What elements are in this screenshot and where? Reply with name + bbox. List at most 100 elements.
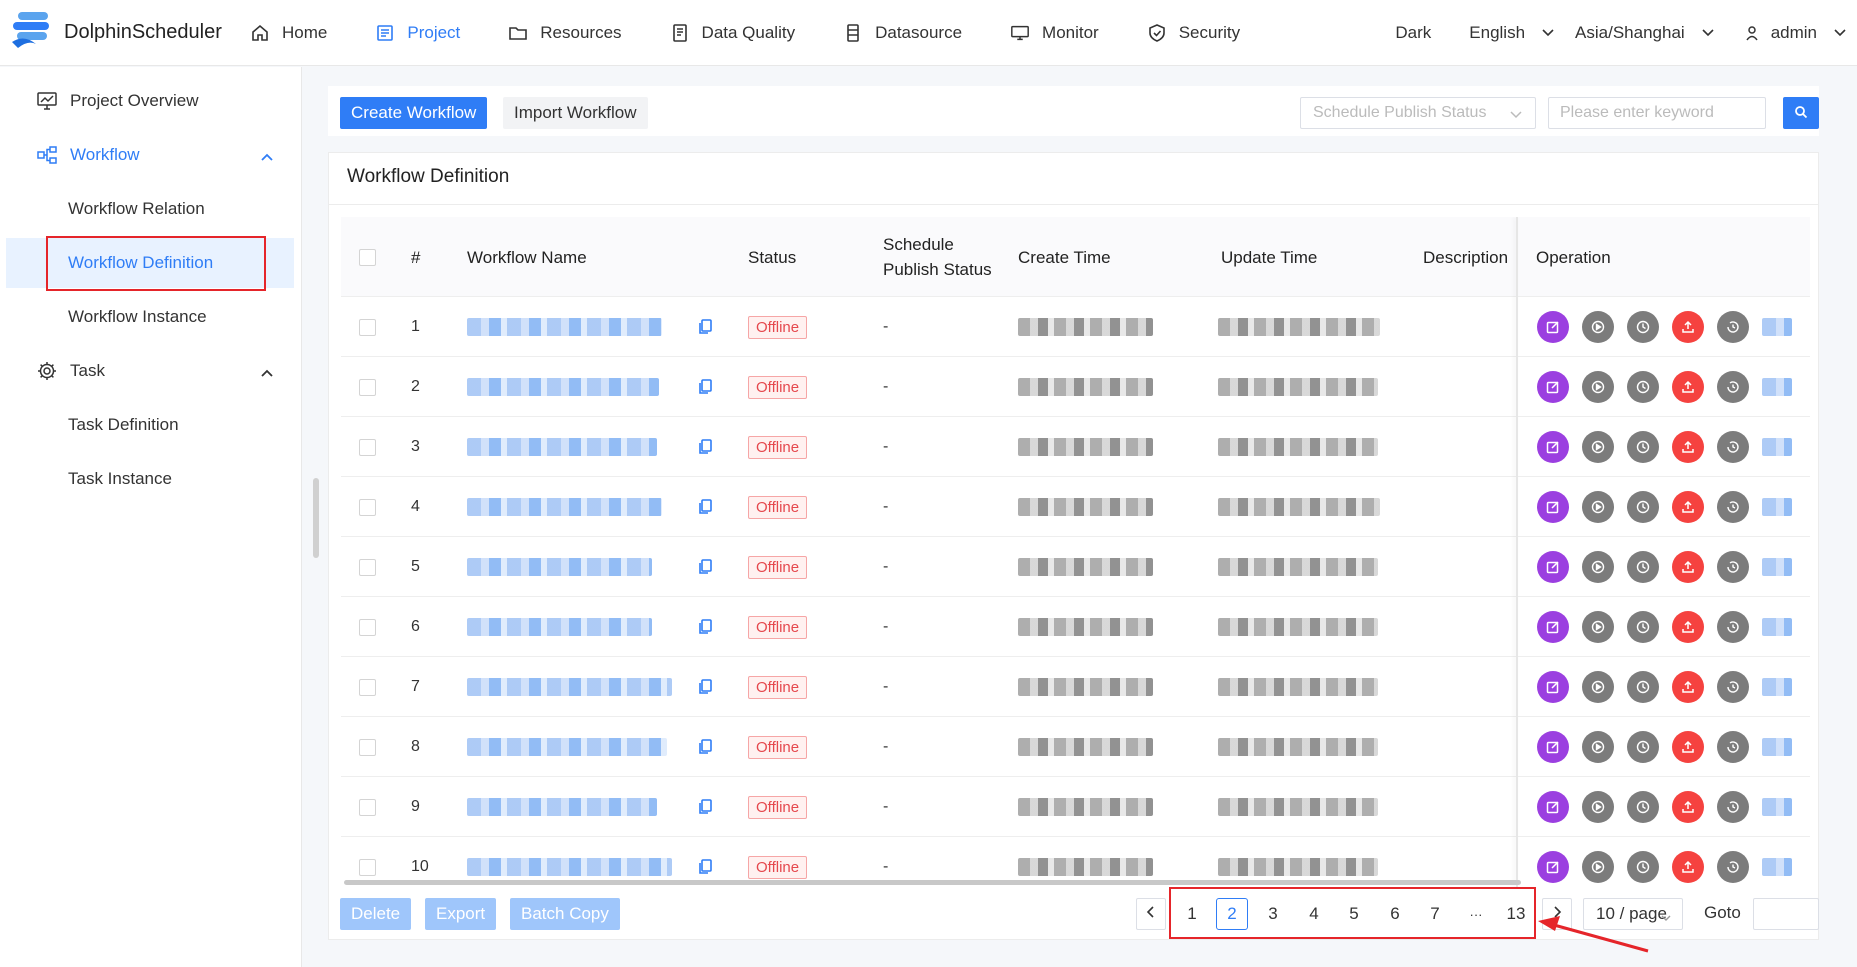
run-icon[interactable]: [1582, 851, 1614, 883]
timing-clock-icon[interactable]: [1627, 311, 1659, 343]
workflow-name-link[interactable]: [467, 798, 657, 816]
copy-icon[interactable]: [697, 717, 713, 777]
history-icon[interactable]: [1717, 551, 1749, 583]
row-checkbox[interactable]: [359, 678, 376, 696]
timing-clock-icon[interactable]: [1627, 431, 1659, 463]
workflow-name-link[interactable]: [467, 498, 662, 516]
copy-icon[interactable]: [697, 537, 713, 597]
history-icon[interactable]: [1717, 431, 1749, 463]
copy-icon[interactable]: [697, 597, 713, 657]
publish-upload-icon[interactable]: [1672, 611, 1704, 643]
table-horizontal-scrollbar[interactable]: [344, 880, 1521, 885]
more-actions-icon[interactable]: [1762, 678, 1792, 696]
workflow-name-link[interactable]: [467, 378, 659, 396]
publish-upload-icon[interactable]: [1672, 431, 1704, 463]
timing-clock-icon[interactable]: [1627, 491, 1659, 523]
more-actions-icon[interactable]: [1762, 618, 1792, 636]
row-checkbox[interactable]: [359, 858, 376, 876]
theme-toggle[interactable]: Dark: [1395, 23, 1431, 43]
sidebar-item-task[interactable]: Task: [0, 346, 294, 396]
language-select[interactable]: English: [1469, 23, 1555, 43]
copy-icon[interactable]: [697, 357, 713, 417]
sidebar-item-project-overview[interactable]: Project Overview: [0, 76, 294, 126]
run-icon[interactable]: [1582, 551, 1614, 583]
timing-clock-icon[interactable]: [1627, 671, 1659, 703]
nav-datasource[interactable]: Datasource: [843, 0, 962, 66]
history-icon[interactable]: [1717, 731, 1749, 763]
row-checkbox[interactable]: [359, 438, 376, 456]
more-actions-icon[interactable]: [1762, 558, 1792, 576]
nav-security[interactable]: Security: [1147, 0, 1240, 66]
nav-home[interactable]: Home: [250, 0, 327, 66]
timing-clock-icon[interactable]: [1627, 791, 1659, 823]
copy-icon[interactable]: [697, 777, 713, 837]
more-actions-icon[interactable]: [1762, 438, 1792, 456]
publish-upload-icon[interactable]: [1672, 311, 1704, 343]
sidebar-item-task-definition[interactable]: Task Definition: [0, 400, 294, 450]
workflow-name-link[interactable]: [467, 558, 652, 576]
history-icon[interactable]: [1717, 311, 1749, 343]
edit-icon[interactable]: [1537, 851, 1569, 883]
history-icon[interactable]: [1717, 611, 1749, 643]
more-actions-icon[interactable]: [1762, 318, 1792, 336]
import-workflow-button[interactable]: Import Workflow: [503, 97, 648, 129]
delete-button[interactable]: Delete: [340, 898, 412, 930]
more-actions-icon[interactable]: [1762, 798, 1792, 816]
copy-icon[interactable]: [697, 657, 713, 717]
nav-project[interactable]: Project: [375, 0, 460, 66]
more-actions-icon[interactable]: [1762, 858, 1792, 876]
publish-upload-icon[interactable]: [1672, 791, 1704, 823]
workflow-name-link[interactable]: [467, 678, 672, 696]
history-icon[interactable]: [1717, 671, 1749, 703]
edit-icon[interactable]: [1537, 491, 1569, 523]
nav-monitor[interactable]: Monitor: [1010, 0, 1099, 66]
row-checkbox[interactable]: [359, 738, 376, 756]
timing-clock-icon[interactable]: [1627, 551, 1659, 583]
copy-icon[interactable]: [697, 417, 713, 477]
run-icon[interactable]: [1582, 611, 1614, 643]
edit-icon[interactable]: [1537, 731, 1569, 763]
timing-clock-icon[interactable]: [1627, 611, 1659, 643]
user-menu[interactable]: admin: [1745, 23, 1847, 43]
row-checkbox[interactable]: [359, 318, 376, 336]
history-icon[interactable]: [1717, 371, 1749, 403]
timing-clock-icon[interactable]: [1627, 731, 1659, 763]
edit-icon[interactable]: [1537, 431, 1569, 463]
edit-icon[interactable]: [1537, 611, 1569, 643]
edit-icon[interactable]: [1537, 371, 1569, 403]
timing-clock-icon[interactable]: [1627, 371, 1659, 403]
history-icon[interactable]: [1717, 851, 1749, 883]
copy-icon[interactable]: [697, 297, 713, 357]
edit-icon[interactable]: [1537, 671, 1569, 703]
publish-upload-icon[interactable]: [1672, 851, 1704, 883]
edit-icon[interactable]: [1537, 311, 1569, 343]
history-icon[interactable]: [1717, 791, 1749, 823]
workflow-name-link[interactable]: [467, 438, 657, 456]
export-button[interactable]: Export: [425, 898, 497, 930]
timing-clock-icon[interactable]: [1627, 851, 1659, 883]
run-icon[interactable]: [1582, 791, 1614, 823]
workflow-name-link[interactable]: [467, 318, 662, 336]
sidebar-item-task-instance[interactable]: Task Instance: [0, 454, 294, 504]
publish-upload-icon[interactable]: [1672, 551, 1704, 583]
row-checkbox[interactable]: [359, 798, 376, 816]
row-checkbox[interactable]: [359, 558, 376, 576]
workflow-name-link[interactable]: [467, 858, 672, 876]
sidebar-item-workflow-instance[interactable]: Workflow Instance: [0, 292, 294, 342]
sidebar-item-workflow[interactable]: Workflow: [0, 130, 294, 180]
history-icon[interactable]: [1717, 491, 1749, 523]
publish-upload-icon[interactable]: [1672, 371, 1704, 403]
nav-resources[interactable]: Resources: [508, 0, 622, 66]
select-all-checkbox[interactable]: [359, 248, 376, 266]
run-icon[interactable]: [1582, 491, 1614, 523]
batch-copy-button[interactable]: Batch Copy: [510, 898, 620, 930]
publish-upload-icon[interactable]: [1672, 491, 1704, 523]
sidebar-scrollbar[interactable]: [313, 478, 319, 558]
workflow-name-link[interactable]: [467, 738, 667, 756]
publish-upload-icon[interactable]: [1672, 731, 1704, 763]
run-icon[interactable]: [1582, 311, 1614, 343]
edit-icon[interactable]: [1537, 791, 1569, 823]
more-actions-icon[interactable]: [1762, 738, 1792, 756]
more-actions-icon[interactable]: [1762, 498, 1792, 516]
run-icon[interactable]: [1582, 371, 1614, 403]
